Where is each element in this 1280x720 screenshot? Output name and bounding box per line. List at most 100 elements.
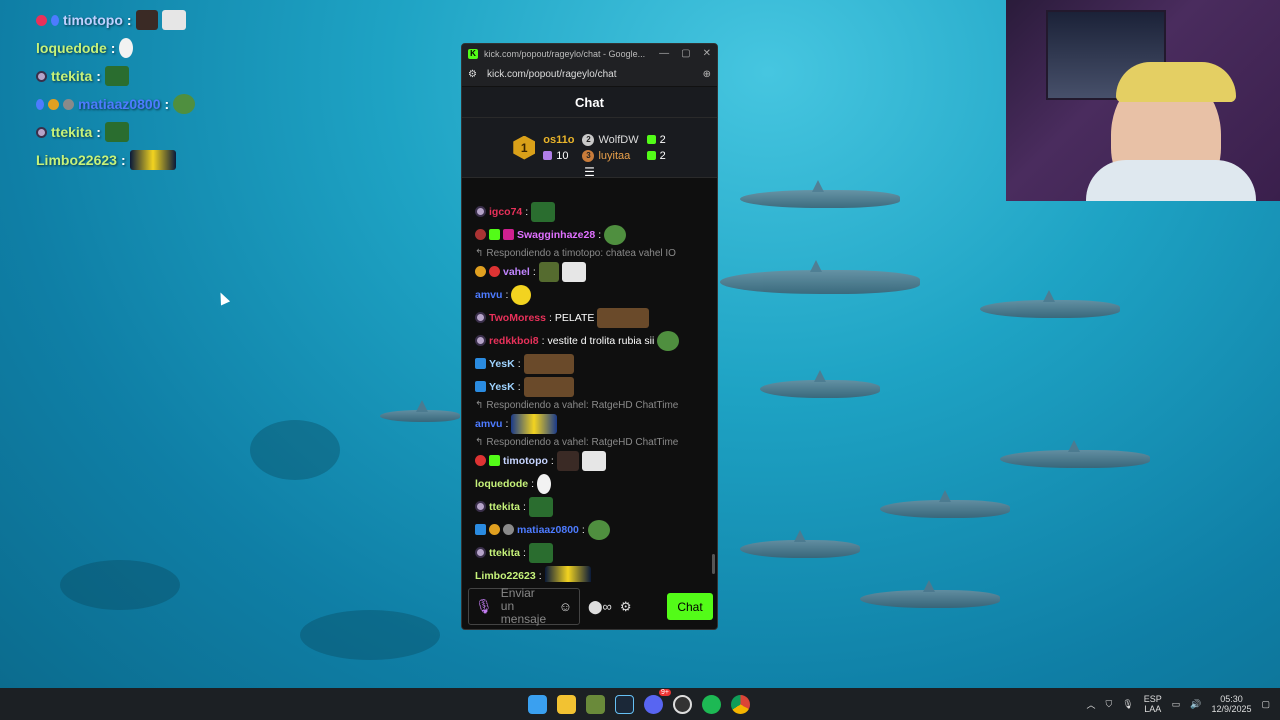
emote-icon: [561, 261, 586, 282]
emote-icon: [119, 38, 134, 58]
windows-start-icon[interactable]: [528, 694, 547, 714]
emote-icon: [511, 413, 558, 434]
badge-icon: [475, 312, 486, 323]
file-explorer-icon[interactable]: [557, 694, 576, 714]
spotify-icon[interactable]: [702, 694, 721, 714]
microphone-icon[interactable]: 🎙: [475, 598, 493, 615]
chrome-icon[interactable]: [731, 694, 750, 714]
chat-username[interactable]: ttekita: [489, 547, 520, 559]
chat-header: Chat: [462, 87, 717, 118]
webcam-feed: [1006, 0, 1280, 201]
chat-username[interactable]: redkkboi8: [489, 335, 539, 347]
badge-icon: [475, 547, 486, 558]
emote-icon: [528, 542, 553, 563]
emote-icon: [129, 150, 176, 170]
badge-icon: [503, 524, 514, 535]
chat-username[interactable]: vahel: [503, 266, 530, 278]
minecraft-icon[interactable]: [586, 694, 605, 714]
chat-scrollbar[interactable]: [712, 554, 715, 574]
emote-picker-icon[interactable]: ☺: [559, 599, 572, 614]
chat-username[interactable]: igco74: [489, 206, 522, 218]
chat-username[interactable]: timotopo: [503, 455, 548, 467]
window-title: kick.com/popout/rageylo/chat - Google...: [484, 48, 646, 59]
steam-icon[interactable]: [615, 694, 634, 714]
chat-username[interactable]: amvu: [475, 418, 502, 430]
chat-popout-window: K kick.com/popout/rageylo/chat - Google.…: [461, 43, 718, 630]
chat-message: YesK:: [475, 375, 712, 398]
chat-username[interactable]: Limbo22623: [475, 570, 536, 582]
gift-icon: [543, 151, 553, 160]
badge-icon: [475, 229, 486, 240]
window-titlebar[interactable]: K kick.com/popout/rageylo/chat - Google.…: [462, 44, 717, 63]
overlay-username: Limbo22623: [36, 152, 117, 168]
chat-message: igco74:: [475, 200, 712, 223]
top-gifters: 1 os11o 10 2 WolfDW 3 luyitaa 2 2 ☰: [462, 118, 717, 179]
system-tray: ︿ ⛉ 🎙 ESP LAA ▭ 🔊 05:30 12/9/2025 ▢: [1086, 688, 1270, 720]
chat-text: vestite d trolita rubia sii: [547, 334, 655, 347]
emote-icon: [657, 330, 680, 351]
gifter-3-count: 2: [659, 149, 666, 162]
reef-decoration: [300, 610, 440, 660]
message-input[interactable]: 🎙 Enviar un mensaje ☺: [468, 587, 580, 626]
collapse-icon[interactable]: ☰: [584, 165, 595, 179]
reply-text: Respondiendo a vahel: RatgeHD ChatTime: [486, 399, 679, 411]
gear-icon[interactable]: ⚙: [620, 599, 632, 615]
address-bar[interactable]: ⚙ kick.com/popout/rageylo/chat ⊕: [462, 63, 717, 87]
dolphin-decoration: [880, 490, 1010, 518]
chat-message: YesK:: [475, 352, 712, 375]
chat-username[interactable]: ttekita: [489, 501, 520, 513]
site-settings-icon[interactable]: ⚙: [468, 69, 477, 80]
emote-icon: [173, 94, 196, 114]
badge-icon: [475, 266, 486, 277]
dolphin-decoration: [720, 260, 920, 294]
zoom-icon[interactable]: ⊕: [703, 69, 711, 80]
obs-icon[interactable]: [673, 694, 692, 714]
close-icon[interactable]: ✕: [703, 48, 711, 59]
gifter-1-name[interactable]: os11o: [543, 134, 574, 146]
chat-username[interactable]: YesK: [489, 358, 515, 370]
notifications-icon[interactable]: ▢: [1261, 699, 1270, 710]
language-indicator[interactable]: ESP LAA: [1144, 694, 1162, 714]
gifter-2-name[interactable]: WolfDW: [598, 134, 638, 146]
gifter-1-count: 10: [556, 149, 569, 162]
rank-3-icon: 3: [582, 149, 595, 162]
dolphin-decoration: [860, 580, 1000, 608]
gift-icon: [646, 135, 656, 144]
defender-icon[interactable]: ⛉: [1105, 699, 1112, 710]
microphone-tray-icon[interactable]: 🎙: [1122, 699, 1133, 710]
minimize-icon[interactable]: —: [659, 48, 669, 59]
chat-messages[interactable]: igco74: Swagginhaze28: ↰ Respondiendo a …: [462, 200, 712, 582]
gifter-3-name[interactable]: luyitaa: [598, 150, 630, 162]
send-chat-button[interactable]: Chat: [667, 593, 713, 620]
webcam-shirt: [1086, 160, 1256, 201]
clock[interactable]: 05:30 12/9/2025: [1211, 694, 1251, 714]
chat-username[interactable]: loquedode: [475, 478, 528, 490]
points-icon[interactable]: ⬤∞: [588, 599, 612, 615]
maximize-icon[interactable]: ▢: [681, 48, 690, 59]
chat-username[interactable]: amvu: [475, 289, 502, 301]
network-icon[interactable]: ▭: [1172, 699, 1181, 710]
reply-text: Respondiendo a timotopo: chatea vahel IO: [486, 247, 676, 259]
overlay-line: ttekita:: [36, 118, 296, 146]
chevron-up-icon[interactable]: ︿: [1086, 698, 1095, 711]
discord-icon[interactable]: 9+: [644, 688, 671, 714]
chat-message: redkkboi8: vestite d trolita rubia sii: [475, 329, 712, 352]
chat-message: timotopo:: [475, 449, 712, 472]
dolphin-decoration: [380, 400, 460, 422]
chat-username[interactable]: TwoMoress: [489, 312, 546, 324]
dolphin-decoration: [760, 370, 880, 398]
dolphin-decoration: [980, 290, 1120, 318]
emote-icon: [537, 473, 552, 494]
chat-username[interactable]: matiaaz0800: [517, 524, 579, 536]
volume-icon[interactable]: 🔊: [1190, 699, 1201, 710]
badge-icon: [475, 358, 486, 369]
reply-icon: ↰: [475, 247, 484, 259]
chat-username[interactable]: YesK: [489, 381, 515, 393]
gift-badge-icon: [489, 455, 500, 466]
chat-username[interactable]: Swagginhaze28: [517, 229, 595, 241]
badge-icon: [475, 524, 486, 535]
chat-message: ttekita:: [475, 495, 712, 518]
emote-icon: [104, 122, 129, 142]
reply-context: ↰ Respondiendo a timotopo: chatea vahel …: [475, 246, 712, 260]
gift-badge-icon: [489, 229, 500, 240]
